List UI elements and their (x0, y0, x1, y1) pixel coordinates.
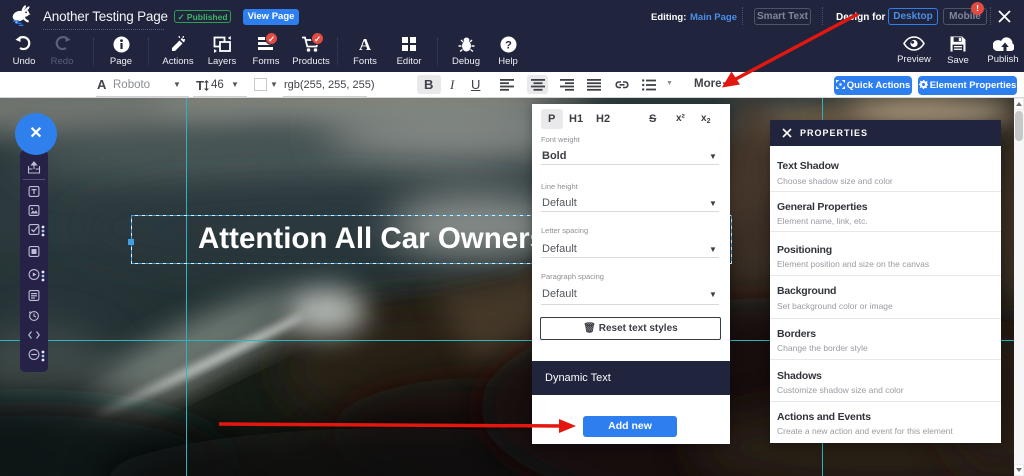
svg-text:A: A (359, 36, 372, 53)
svg-text:?: ? (505, 40, 512, 52)
svg-text:T: T (196, 79, 204, 92)
